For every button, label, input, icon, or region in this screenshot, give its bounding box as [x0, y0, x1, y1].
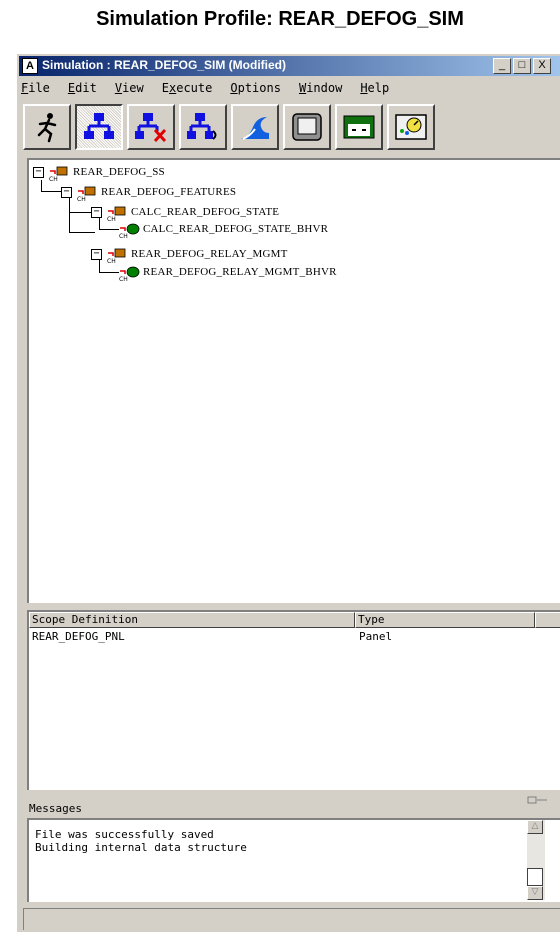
menu-help[interactable]: Help	[358, 80, 391, 98]
menu-window[interactable]: Window	[297, 80, 344, 98]
scroll-down-icon[interactable]: ▽	[527, 886, 543, 900]
hierarchy-button[interactable]	[75, 104, 123, 150]
menu-file[interactable]: File	[19, 80, 52, 98]
tree-node-label: REAR_DEFOG_RELAY_MGMT	[131, 248, 288, 260]
minimize-button[interactable]: _	[493, 58, 511, 74]
close-button[interactable]: X	[533, 58, 551, 74]
wave-icon	[241, 117, 269, 140]
menu-bar: File Edit View Execute Options Window He…	[19, 80, 405, 98]
title-bar[interactable]: A Simulation : REAR_DEFOG_SIM (Modified)…	[19, 56, 560, 76]
menu-edit[interactable]: Edit	[66, 80, 99, 98]
hierarchy-tree[interactable]: − CH REAR_DEFOG_SS − CH REAR_DEFOG_FEATU…	[27, 158, 560, 603]
status-bar	[23, 908, 560, 930]
panel-button[interactable]	[335, 104, 383, 150]
scope-cell[interactable]: REAR_DEFOG_PNL	[32, 630, 125, 643]
menu-execute[interactable]: Execute	[160, 80, 215, 98]
collapse-toggle[interactable]: −	[61, 187, 72, 198]
scroll-thumb[interactable]	[527, 868, 543, 886]
gauge-panel-icon	[395, 114, 427, 140]
message-line: File was successfully saved	[35, 828, 214, 841]
splitter-handle[interactable]	[527, 796, 547, 804]
subsystem-icon: CH	[107, 248, 126, 264]
subsystem-icon: CH	[107, 206, 126, 222]
simulation-window: A Simulation : REAR_DEFOG_SIM (Modified)…	[15, 52, 560, 932]
tree-node-label: REAR_DEFOG_RELAY_MGMT_BHVR	[143, 266, 337, 278]
type-column-header[interactable]: Type	[355, 612, 535, 628]
collapse-toggle[interactable]: −	[33, 167, 44, 178]
page-title: Simulation Profile: REAR_DEFOG_SIM	[96, 8, 464, 30]
menu-view[interactable]: View	[113, 80, 146, 98]
svg-text:CH: CH	[107, 258, 116, 264]
behavior-icon: CH	[119, 266, 140, 282]
hierarchy-delete-icon	[135, 113, 167, 143]
tree-node-label: REAR_DEFOG_FEATURES	[101, 186, 237, 198]
monitor-button[interactable]	[283, 104, 331, 150]
panel-icon	[343, 115, 375, 139]
tree-node-label: CALC_REAR_DEFOG_STATE	[131, 206, 280, 218]
collapse-toggle[interactable]: −	[91, 207, 102, 218]
monitor-icon	[292, 113, 322, 141]
type-cell[interactable]: Panel	[359, 630, 392, 643]
run-button[interactable]	[23, 104, 71, 150]
tree-node-label: REAR_DEFOG_SS	[73, 166, 165, 178]
svg-text:CH: CH	[77, 196, 86, 202]
running-man-icon	[37, 113, 57, 143]
window-title: Simulation : REAR_DEFOG_SIM (Modified)	[42, 58, 287, 72]
maximize-button[interactable]: □	[513, 58, 531, 74]
scope-table: Scope Definition Type REAR_DEFOG_PNL Pan…	[27, 610, 560, 790]
subsystem-icon: CH	[49, 166, 68, 182]
hierarchy-icon	[84, 113, 114, 139]
app-icon[interactable]: A	[22, 58, 38, 74]
svg-text:CH: CH	[119, 233, 128, 239]
collapse-toggle[interactable]: −	[91, 249, 102, 260]
svg-text:CH: CH	[49, 176, 58, 182]
messages-scrollbar[interactable]: △ ▽	[527, 820, 545, 900]
extra-column-header[interactable]	[535, 612, 560, 628]
scope-definition-column-header[interactable]: Scope Definition	[29, 612, 355, 628]
tree-node-label: CALC_REAR_DEFOG_STATE_BHVR	[143, 223, 329, 235]
svg-text:CH: CH	[107, 216, 116, 222]
hierarchy-link-icon	[187, 113, 217, 140]
gauge-panel-button[interactable]	[387, 104, 435, 150]
wave-button[interactable]	[231, 104, 279, 150]
messages-panel: File was successfully saved Building int…	[27, 818, 560, 902]
hierarchy-delete-button[interactable]	[127, 104, 175, 150]
scroll-up-icon[interactable]: △	[527, 820, 543, 834]
menu-options[interactable]: Options	[228, 80, 283, 98]
behavior-icon: CH	[119, 223, 140, 239]
hierarchy-link-button[interactable]	[179, 104, 227, 150]
message-line: Building internal data structure	[35, 841, 247, 854]
svg-text:CH: CH	[119, 276, 128, 282]
subsystem-icon: CH	[77, 186, 96, 202]
messages-label: Messages	[29, 802, 82, 815]
